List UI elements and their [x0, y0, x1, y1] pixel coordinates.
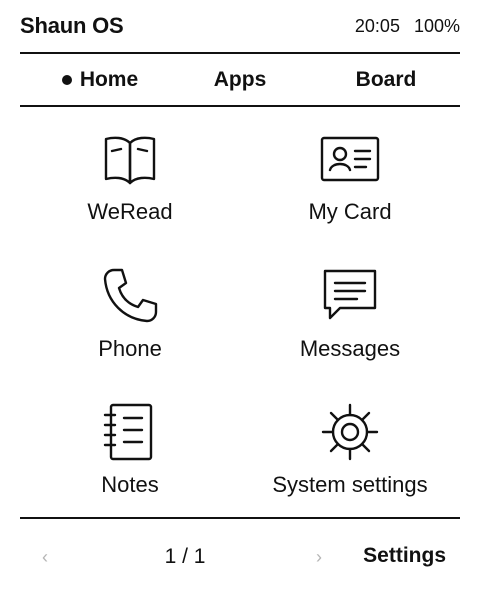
chevron-left-icon[interactable]: ‹: [42, 547, 48, 568]
clock: 20:05: [354, 15, 400, 36]
status-bar: Shaun OS 20:05 100%: [20, 0, 460, 52]
notebook-icon: [100, 402, 160, 462]
page-indicator: 1 / 1: [164, 545, 206, 568]
tab-home-label: Home: [79, 67, 139, 91]
tab-board-label: Board: [355, 67, 417, 91]
tab-home[interactable]: Home: [40, 54, 160, 105]
id-card-icon: [320, 129, 380, 189]
tab-apps-label: Apps: [213, 67, 267, 91]
phone-icon: [100, 266, 160, 326]
tab-board[interactable]: Board: [326, 54, 446, 105]
app-system-settings[interactable]: System settings: [240, 380, 460, 516]
app-label: Messages: [299, 336, 401, 361]
app-label: Notes: [101, 472, 159, 497]
app-phone[interactable]: Phone: [20, 244, 240, 380]
message-bubble-icon: [320, 266, 380, 326]
os-title: Shaun OS: [20, 13, 124, 38]
app-notes[interactable]: Notes: [20, 380, 240, 516]
footer-bar: ‹ 1 / 1 › Settings: [20, 519, 460, 600]
app-label: Phone: [98, 336, 162, 361]
settings-button[interactable]: Settings: [363, 544, 446, 568]
app-messages[interactable]: Messages: [240, 244, 460, 380]
chevron-right-icon[interactable]: ›: [316, 547, 322, 568]
app-label: System settings: [272, 472, 428, 497]
tab-apps[interactable]: Apps: [180, 54, 300, 105]
app-label: My Card: [308, 199, 392, 224]
gear-icon: [320, 402, 380, 462]
app-weread[interactable]: WeRead: [20, 107, 240, 243]
app-my-card[interactable]: My Card: [240, 107, 460, 243]
app-label: WeRead: [87, 199, 173, 224]
tab-bar: Home Apps Board: [20, 54, 460, 105]
open-book-icon: [100, 129, 160, 189]
app-grid: WeRead My Card Phone Messages Notes Syst…: [20, 107, 460, 517]
battery-level: 100%: [413, 15, 460, 36]
active-tab-indicator: [61, 74, 72, 85]
status-indicators: 20:05 100%: [355, 16, 460, 37]
